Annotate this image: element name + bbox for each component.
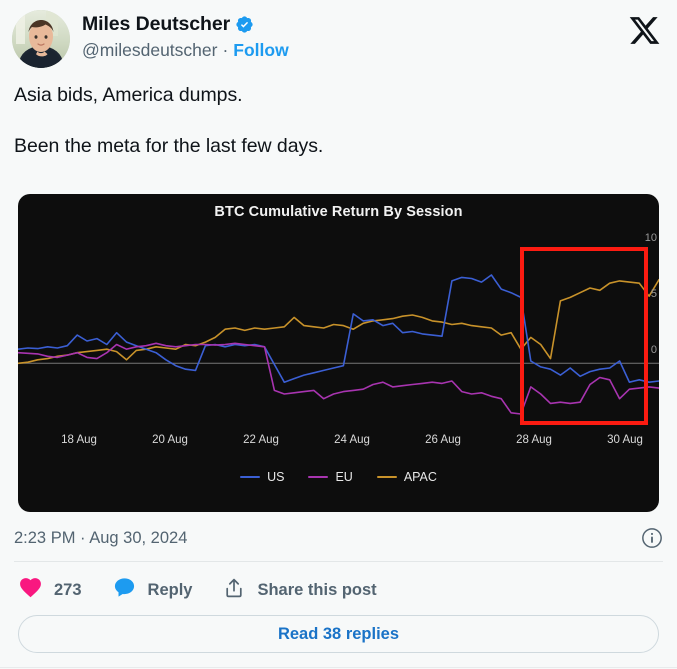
meta-divider bbox=[14, 561, 663, 562]
legend-item-eu[interactable]: EU bbox=[308, 470, 353, 484]
author-display-name[interactable]: Miles Deutscher bbox=[82, 12, 230, 36]
tweet-text-line-2: Been the meta for the last few days. bbox=[14, 135, 324, 157]
read-replies-button[interactable]: Read 38 replies bbox=[18, 615, 659, 653]
y-tick-label: 10 bbox=[644, 232, 657, 244]
tweet-text: Asia bids, America dumps. Been the meta … bbox=[14, 83, 663, 159]
like-count: 273 bbox=[54, 580, 82, 599]
chart-plot-area bbox=[18, 222, 659, 434]
y-tick-label: 0 bbox=[650, 344, 657, 356]
author-block: Miles Deutscher @milesdeutscher · Follow bbox=[82, 10, 289, 62]
comment-bubble-icon bbox=[112, 575, 137, 605]
x-tick-label: 18 Aug bbox=[61, 434, 97, 446]
legend-label-eu: EU bbox=[335, 470, 353, 484]
share-label: Share this post bbox=[257, 580, 377, 599]
legend-item-us[interactable]: US bbox=[240, 470, 284, 484]
legend-item-apac[interactable]: APAC bbox=[376, 470, 437, 484]
info-circle-icon[interactable] bbox=[641, 527, 663, 549]
tweet-timestamp: 2:23 PM · Aug 30, 2024 bbox=[14, 528, 188, 547]
follow-button[interactable]: Follow bbox=[233, 39, 288, 62]
tweet-text-line-1: Asia bids, America dumps. bbox=[14, 84, 243, 106]
x-logo-icon[interactable] bbox=[628, 14, 661, 52]
legend-label-apac: APAC bbox=[403, 470, 437, 484]
handle-separator: · bbox=[222, 40, 229, 60]
x-tick-label: 30 Aug bbox=[607, 434, 643, 446]
bottom-rule bbox=[0, 667, 677, 668]
verified-badge-icon bbox=[235, 15, 254, 34]
tweet-actions: 273 Reply Share this post bbox=[18, 575, 377, 605]
chart-legend: US EU APAC bbox=[18, 470, 659, 484]
tweet-header: Miles Deutscher @milesdeutscher · Follow bbox=[12, 10, 289, 68]
legend-swatch-apac bbox=[376, 476, 397, 478]
reply-label: Reply bbox=[147, 580, 193, 599]
like-button[interactable]: 273 bbox=[18, 575, 82, 605]
legend-label-us: US bbox=[267, 470, 285, 484]
x-tick-label: 22 Aug bbox=[243, 434, 279, 446]
read-replies-label: Read 38 replies bbox=[277, 624, 400, 643]
chart-media[interactable]: BTC Cumulative Return By Session 10 5 0 … bbox=[18, 194, 659, 512]
tweet-embed-card: Miles Deutscher @milesdeutscher · Follow… bbox=[0, 0, 677, 669]
legend-swatch-us bbox=[240, 476, 261, 478]
y-tick-label: 5 bbox=[650, 288, 657, 300]
share-button[interactable]: Share this post bbox=[222, 576, 377, 605]
x-tick-label: 26 Aug bbox=[425, 434, 461, 446]
x-tick-label: 20 Aug bbox=[152, 434, 188, 446]
tweet-meta-row: 2:23 PM · Aug 30, 2024 bbox=[14, 527, 663, 549]
chart-x-axis: 18 Aug 20 Aug 22 Aug 24 Aug 26 Aug 28 Au… bbox=[18, 434, 659, 456]
x-tick-label: 24 Aug bbox=[334, 434, 370, 446]
chart-y-axis: 10 5 0 bbox=[639, 222, 659, 434]
author-handle[interactable]: @milesdeutscher bbox=[82, 39, 217, 62]
chart-title: BTC Cumulative Return By Session bbox=[214, 204, 463, 220]
reply-button[interactable]: Reply bbox=[112, 575, 193, 605]
heart-icon bbox=[18, 575, 43, 605]
avatar[interactable] bbox=[12, 10, 70, 68]
legend-swatch-eu bbox=[308, 476, 329, 478]
x-tick-label: 28 Aug bbox=[516, 434, 552, 446]
share-arrow-icon bbox=[222, 576, 246, 605]
